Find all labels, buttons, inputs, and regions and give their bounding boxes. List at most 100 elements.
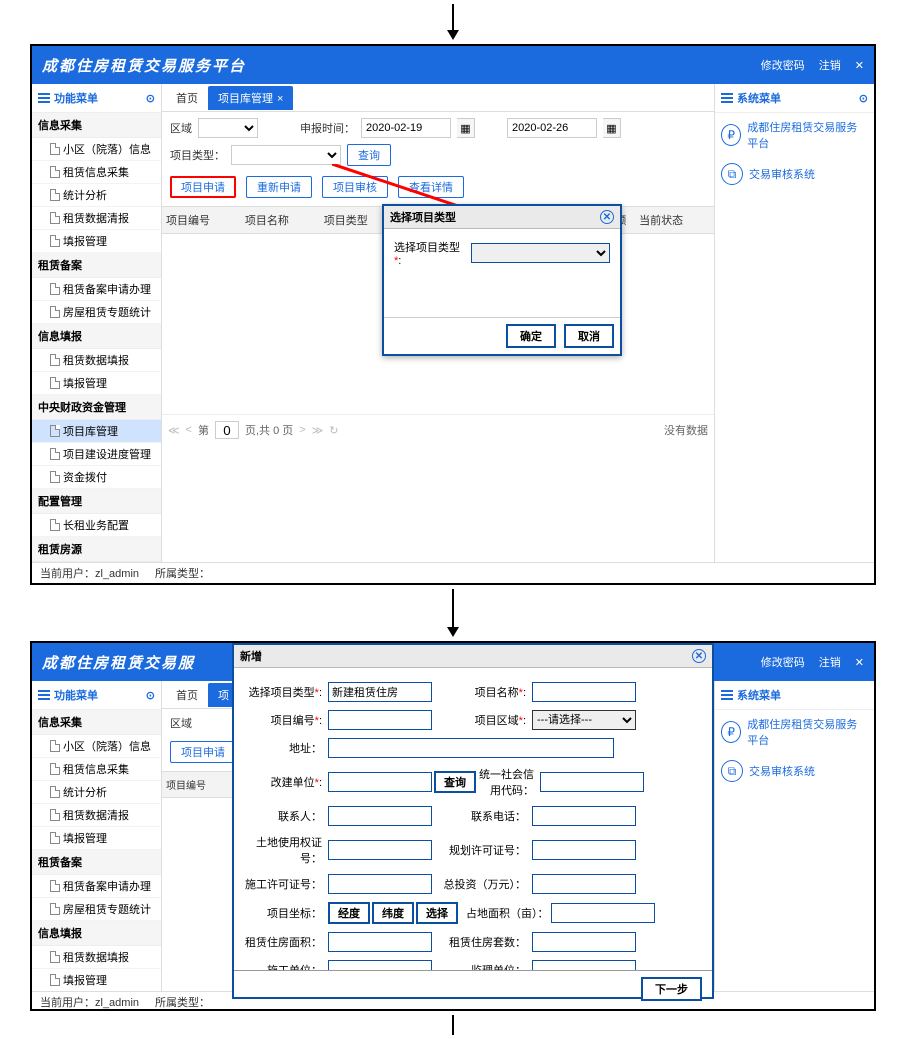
- sidebar-item-lease-data[interactable]: 租赁数据清报: [32, 207, 161, 230]
- menu-group-record[interactable]: 租赁备案: [32, 253, 161, 278]
- field-region-select[interactable]: ---请选择---: [532, 710, 636, 730]
- sysmenu-item-audit[interactable]: ⧉ 交易审核系统: [715, 157, 874, 191]
- sysmenu-item-audit[interactable]: ⧉交易审核系统: [715, 754, 874, 788]
- sidebar-item-report-mgmt[interactable]: 填报管理: [32, 230, 161, 253]
- sidebar-item-project-lib[interactable]: 项目库管理: [32, 420, 161, 443]
- sidebar-item-fill-data[interactable]: 租赁数据填报: [32, 349, 161, 372]
- detail-button[interactable]: 查看详情: [398, 176, 464, 198]
- sidebar-item-stats[interactable]: 统计分析: [32, 781, 161, 804]
- sidebar-item-long-lease[interactable]: 长租业务配置: [32, 514, 161, 537]
- prev-page-icon[interactable]: <: [186, 424, 192, 436]
- sidebar-item-fill-mgmt[interactable]: 填报管理: [32, 969, 161, 991]
- collapse-icon[interactable]: ⊙: [146, 92, 155, 105]
- sidebar-item-fill-mgmt[interactable]: 填报管理: [32, 372, 161, 395]
- menu-group-info[interactable]: 信息采集: [32, 710, 161, 735]
- sidebar-item-report-mgmt[interactable]: 填报管理: [32, 827, 161, 850]
- lng-button[interactable]: 经度: [328, 902, 370, 924]
- document-icon: [50, 166, 60, 178]
- field-number-input[interactable]: [328, 710, 432, 730]
- menu-group-source[interactable]: 租赁房源: [32, 537, 161, 562]
- reapply-button[interactable]: 重新申请: [246, 176, 312, 198]
- sysmenu-item-platform[interactable]: ₽ 成都住房租赁交易服务平台: [715, 113, 874, 157]
- apply-button[interactable]: 项目申请: [170, 176, 236, 198]
- field-plan-cert-input[interactable]: [532, 840, 636, 860]
- change-password-link[interactable]: 修改密码: [761, 654, 805, 670]
- sidebar-item-lease-collect[interactable]: 租赁信息采集: [32, 161, 161, 184]
- cancel-button[interactable]: 取消: [564, 324, 614, 348]
- sidebar-item-record-apply[interactable]: 租赁备案申请办理: [32, 278, 161, 301]
- menu-group-fill[interactable]: 信息填报: [32, 921, 161, 946]
- field-credit-label: 统一社会信用代码：: [478, 766, 538, 798]
- page-input[interactable]: [215, 421, 239, 439]
- change-password-link[interactable]: 修改密码: [761, 57, 805, 73]
- region-select[interactable]: [198, 118, 258, 138]
- next-step-button[interactable]: 下一步: [641, 977, 702, 991]
- collapse-icon[interactable]: ⊙: [146, 689, 155, 702]
- sidebar-item-record-apply[interactable]: 租赁备案申请办理: [32, 875, 161, 898]
- field-land-cert-input[interactable]: [328, 840, 432, 860]
- menu-group-fund[interactable]: 中央财政资金管理: [32, 395, 161, 420]
- logout-link[interactable]: 注销: [819, 654, 841, 670]
- sidebar-item-fill-data[interactable]: 租赁数据填报: [32, 946, 161, 969]
- field-invest-input[interactable]: [532, 874, 636, 894]
- close-icon[interactable]: ✕: [855, 656, 864, 669]
- menu-group-config[interactable]: 配置管理: [32, 489, 161, 514]
- sidebar-item-progress[interactable]: 项目建设进度管理: [32, 443, 161, 466]
- sidebar-item-lease-data[interactable]: 租赁数据清报: [32, 804, 161, 827]
- field-phone-input[interactable]: [532, 806, 636, 826]
- logout-link[interactable]: 注销: [819, 57, 841, 73]
- document-icon: [50, 448, 60, 460]
- review-button[interactable]: 项目审核: [322, 176, 388, 198]
- field-builder-input[interactable]: [328, 772, 432, 792]
- tab-home[interactable]: 首页: [166, 683, 208, 707]
- close-icon[interactable]: ✕: [855, 59, 864, 72]
- field-credit-input[interactable]: [540, 772, 644, 792]
- type-select[interactable]: [231, 145, 341, 165]
- tab-project-lib[interactable]: 项目库管理×: [208, 86, 293, 110]
- collapse-icon[interactable]: ⊙: [859, 92, 868, 105]
- field-supervise-input[interactable]: [532, 960, 636, 970]
- field-cons-cert-input[interactable]: [328, 874, 432, 894]
- calendar-icon[interactable]: ▦: [457, 118, 475, 138]
- document-icon: [50, 283, 60, 295]
- sidebar-item-stats[interactable]: 统计分析: [32, 184, 161, 207]
- tab-close-icon[interactable]: ×: [277, 93, 283, 105]
- menu-group-record[interactable]: 租赁备案: [32, 850, 161, 875]
- field-contact-input[interactable]: [328, 806, 432, 826]
- date-to-input[interactable]: [507, 118, 597, 138]
- calendar-icon[interactable]: ▦: [603, 118, 621, 138]
- tab-home[interactable]: 首页: [166, 86, 208, 110]
- first-page-icon[interactable]: ≪: [168, 424, 180, 437]
- field-area-input[interactable]: [551, 903, 655, 923]
- menu-group-info[interactable]: 信息采集: [32, 113, 161, 138]
- sidebar-item-fund-pay[interactable]: 资金拨付: [32, 466, 161, 489]
- apply-button[interactable]: 项目申请: [170, 741, 236, 763]
- menu-group-fill[interactable]: 信息填报: [32, 324, 161, 349]
- date-from-input[interactable]: [361, 118, 451, 138]
- modal-close-icon[interactable]: ✕: [600, 210, 614, 224]
- field-area-label: 占地面积（亩）：: [466, 905, 549, 921]
- builder-query-button[interactable]: 查询: [434, 771, 476, 793]
- next-page-icon[interactable]: >: [299, 424, 305, 436]
- sidebar-item-community[interactable]: 小区（院落）信息: [32, 735, 161, 758]
- sidebar-item-topic-stats[interactable]: 房屋租赁专题统计: [32, 301, 161, 324]
- modal-title: 选择项目类型: [390, 209, 456, 225]
- lat-button[interactable]: 纬度: [372, 902, 414, 924]
- sidebar-item-lease-collect[interactable]: 租赁信息采集: [32, 758, 161, 781]
- query-button[interactable]: 查询: [347, 144, 391, 166]
- field-address-input[interactable]: [328, 738, 614, 758]
- field-house-area-input[interactable]: [328, 932, 432, 952]
- field-type-input[interactable]: [328, 682, 432, 702]
- refresh-icon[interactable]: ↻: [329, 424, 338, 437]
- sidebar-item-community[interactable]: 小区（院落）信息: [32, 138, 161, 161]
- pick-button[interactable]: 选择: [416, 902, 458, 924]
- ok-button[interactable]: 确定: [506, 324, 556, 348]
- field-name-input[interactable]: [532, 682, 636, 702]
- field-house-count-input[interactable]: [532, 932, 636, 952]
- select-type-dropdown[interactable]: [471, 243, 610, 263]
- sidebar-item-topic-stats[interactable]: 房屋租赁专题统计: [32, 898, 161, 921]
- sysmenu-item-platform[interactable]: ₽成都住房租赁交易服务平台: [715, 710, 874, 754]
- document-icon: [50, 471, 60, 483]
- field-cons-unit-input[interactable]: [328, 960, 432, 970]
- last-page-icon[interactable]: ≫: [312, 424, 324, 437]
